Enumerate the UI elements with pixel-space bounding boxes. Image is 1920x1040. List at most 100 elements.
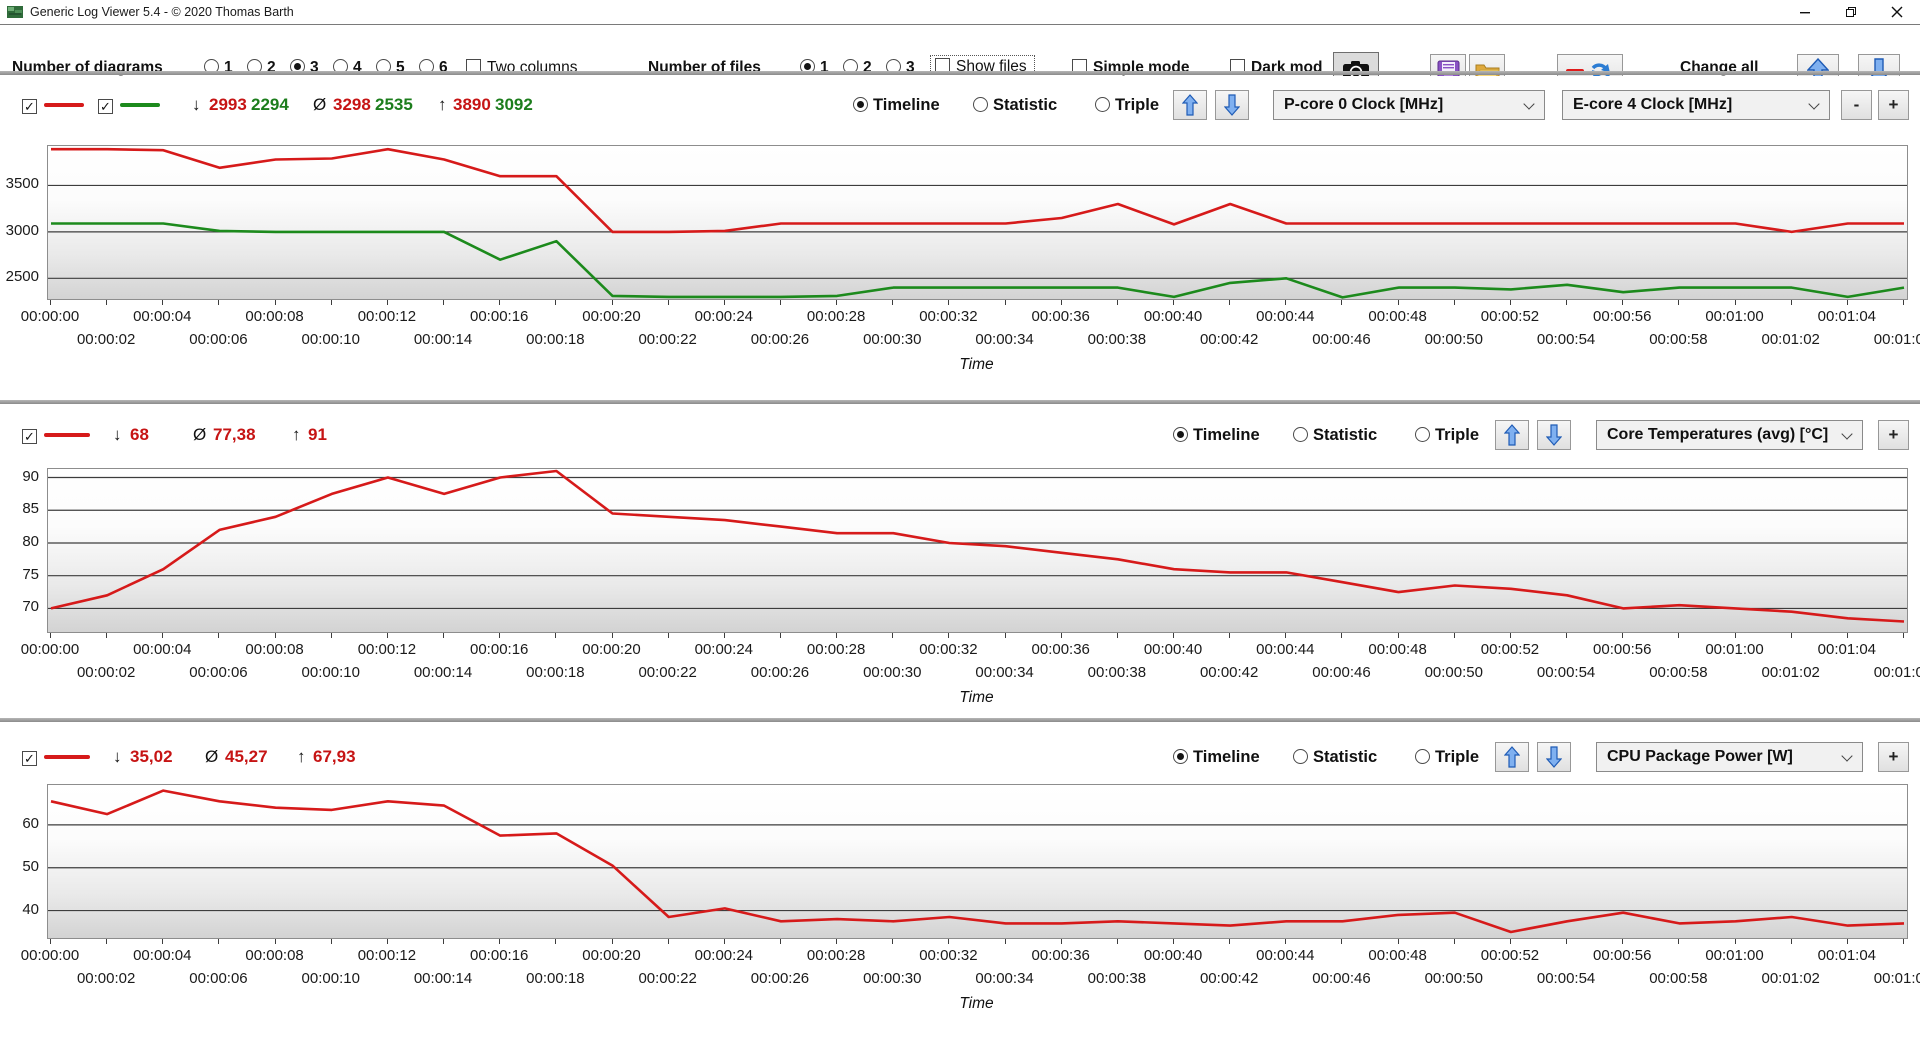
timeline-radio[interactable]: Timeline xyxy=(853,90,940,120)
x-tick-label: 00:00:30 xyxy=(837,970,947,987)
chart-panel-power: ✓ ↓ 35,02 Ø 45,27 ↑ 67,93 Timeline Stati… xyxy=(0,722,1920,1040)
y-tick-label: 2500 xyxy=(0,268,39,285)
remove-signal-button[interactable]: - xyxy=(1841,90,1872,120)
x-tick-mark xyxy=(1454,633,1455,638)
panel-move-up-button[interactable] xyxy=(1495,742,1529,772)
x-tick-mark xyxy=(1566,633,1567,638)
x-tick-label: 00:00:10 xyxy=(276,664,386,681)
x-tick-mark xyxy=(836,939,837,944)
stat-max: 67,93 xyxy=(313,742,356,772)
x-tick-mark xyxy=(1117,939,1118,944)
statistic-radio[interactable]: Statistic xyxy=(1293,420,1377,450)
series-red-checkbox[interactable]: ✓ xyxy=(22,748,43,766)
x-tick-label: 00:00:44 xyxy=(1230,641,1340,658)
x-tick-label: 00:00:18 xyxy=(500,970,610,987)
x-tick-label: 00:00:24 xyxy=(669,308,779,325)
triple-radio[interactable]: Triple xyxy=(1415,742,1479,772)
panel-move-down-button[interactable] xyxy=(1537,420,1571,450)
timeline-radio[interactable]: Timeline xyxy=(1173,420,1260,450)
x-tick-mark xyxy=(1903,300,1904,305)
x-tick-mark xyxy=(1847,939,1848,944)
x-tick-label: 00:00:36 xyxy=(1006,641,1116,658)
x-tick-mark xyxy=(612,300,613,305)
signal-dropdown[interactable]: CPU Package Power [W] xyxy=(1596,742,1863,772)
x-tick-mark xyxy=(275,633,276,638)
triple-radio[interactable]: Triple xyxy=(1415,420,1479,450)
y-tick-label: 40 xyxy=(0,901,39,918)
stat-min: 35,02 xyxy=(130,742,173,772)
x-tick-mark xyxy=(1622,633,1623,638)
x-tick-mark xyxy=(668,633,669,638)
x-tick-mark xyxy=(1117,300,1118,305)
add-signal-button[interactable]: + xyxy=(1878,420,1909,450)
x-tick-label: 00:00:42 xyxy=(1174,970,1284,987)
panel-move-up-button[interactable] xyxy=(1173,90,1207,120)
statistic-radio[interactable]: Statistic xyxy=(973,90,1057,120)
x-tick-mark xyxy=(443,939,444,944)
timeline-radio[interactable]: Timeline xyxy=(1173,742,1260,772)
x-tick-mark xyxy=(1285,300,1286,305)
panel-move-down-button[interactable] xyxy=(1215,90,1249,120)
x-tick-label: 00:00:08 xyxy=(220,947,330,964)
x-tick-label: 00:00:52 xyxy=(1455,641,1565,658)
window-title: Generic Log Viewer 5.4 - © 2020 Thomas B… xyxy=(30,0,294,24)
x-tick-mark xyxy=(1566,300,1567,305)
series-red-checkbox[interactable]: ✓ xyxy=(22,96,43,114)
x-tick-label: 00:01:06 xyxy=(1848,970,1920,987)
x-tick-label: 00:00:34 xyxy=(950,331,1060,348)
add-signal-button[interactable]: + xyxy=(1878,742,1909,772)
x-tick-mark xyxy=(1622,300,1623,305)
x-tick-label: 00:01:06 xyxy=(1848,331,1920,348)
down-arrow-icon xyxy=(1546,746,1562,768)
x-tick-label: 00:00:32 xyxy=(893,641,1003,658)
statistic-radio[interactable]: Statistic xyxy=(1293,742,1377,772)
x-tick-mark xyxy=(1229,939,1230,944)
x-tick-mark xyxy=(1903,939,1904,944)
x-tick-mark xyxy=(1173,633,1174,638)
panel-move-up-button[interactable] xyxy=(1495,420,1529,450)
x-tick-mark xyxy=(50,300,51,305)
x-tick-label: 00:00:12 xyxy=(332,947,442,964)
timeline-plot-power[interactable] xyxy=(47,784,1908,939)
x-tick-label: 00:00:48 xyxy=(1343,641,1453,658)
x-tick-label: 00:00:10 xyxy=(276,331,386,348)
x-tick-mark xyxy=(1398,939,1399,944)
series-green-checkbox[interactable]: ✓ xyxy=(98,96,119,114)
x-tick-mark xyxy=(1061,633,1062,638)
x-tick-label: 00:00:58 xyxy=(1623,664,1733,681)
signal-dropdown-2[interactable]: E-core 4 Clock [MHz] xyxy=(1562,90,1830,120)
series-red-checkbox[interactable]: ✓ xyxy=(22,426,43,444)
x-tick-label: 00:00:32 xyxy=(893,947,1003,964)
x-tick-label: 00:00:22 xyxy=(613,970,723,987)
minimize-icon xyxy=(1799,6,1811,18)
x-tick-label: 00:00:26 xyxy=(725,664,835,681)
stat-avg: 45,27 xyxy=(225,742,268,772)
triple-radio[interactable]: Triple xyxy=(1095,90,1159,120)
add-signal-button[interactable]: + xyxy=(1878,90,1909,120)
x-tick-mark xyxy=(1791,300,1792,305)
x-tick-mark xyxy=(1791,633,1792,638)
timeline-plot-temperatures[interactable] xyxy=(47,468,1908,633)
chart-panel-clocks: ✓ ✓ ↓ 2993 2294 Ø 3298 2535 ↑ 3890 3092 … xyxy=(0,76,1920,400)
x-tick-label: 00:00:54 xyxy=(1511,331,1621,348)
stat-max-green: 3092 xyxy=(495,90,533,120)
panel-move-down-button[interactable] xyxy=(1537,742,1571,772)
x-tick-label: 00:00:16 xyxy=(444,641,554,658)
x-tick-mark xyxy=(668,300,669,305)
x-tick-label: 00:00:02 xyxy=(51,970,161,987)
close-button[interactable] xyxy=(1874,0,1920,24)
max-icon: ↑ xyxy=(297,742,306,772)
chart-canvas xyxy=(48,469,1907,632)
x-tick-mark xyxy=(724,939,725,944)
timeline-plot-clocks[interactable] xyxy=(47,145,1908,300)
series-red-swatch xyxy=(44,433,90,437)
x-tick-label: 00:00:22 xyxy=(613,331,723,348)
stat-avg-green: 2535 xyxy=(375,90,413,120)
restore-button[interactable] xyxy=(1828,0,1874,24)
minimize-button[interactable] xyxy=(1782,0,1828,24)
signal-dropdown-1[interactable]: P-core 0 Clock [MHz] xyxy=(1273,90,1545,120)
signal-dropdown[interactable]: Core Temperatures (avg) [°C] xyxy=(1596,420,1863,450)
x-tick-mark xyxy=(162,633,163,638)
x-tick-mark xyxy=(1510,633,1511,638)
x-tick-label: 00:00:28 xyxy=(781,308,891,325)
